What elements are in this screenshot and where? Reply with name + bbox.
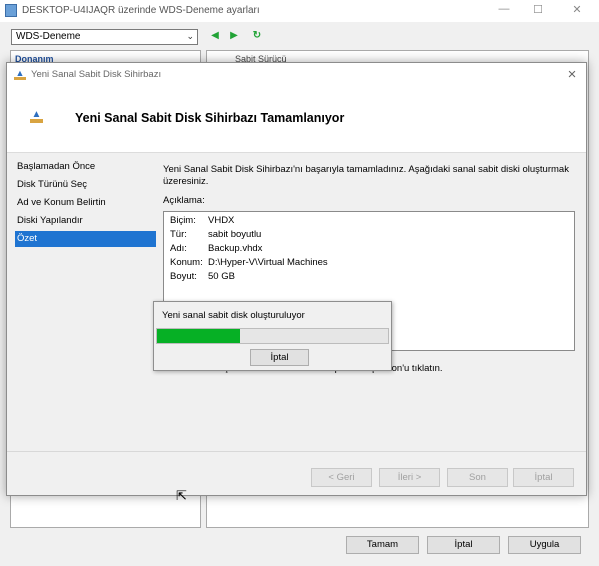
progress-dialog: Yeni sanal sabit disk oluşturuluyor İpta… [153, 301, 392, 371]
wizard-next-button[interactable]: İleri > [379, 468, 440, 487]
step-specify-name-location[interactable]: Ad ve Konum Belirtin [15, 195, 156, 211]
disk-icon: ▲ [14, 68, 26, 80]
step-choose-disk-type[interactable]: Disk Türünü Seç [15, 177, 156, 193]
close-button[interactable]: ✕ [565, 3, 589, 19]
settings-window-title: DESKTOP-U4IJAQR üzerinde WDS-Deneme ayar… [22, 5, 260, 16]
settings-titlebar: DESKTOP-U4IJAQR üzerinde WDS-Deneme ayar… [0, 0, 599, 22]
vm-selector[interactable]: WDS-Deneme ⌄ [11, 29, 198, 45]
step-configure-disk[interactable]: Diski Yapılandır [15, 213, 156, 229]
new-vhd-wizard: ▲ Yeni Sanal Sabit Disk Sihirbazı × ▲ Ye… [6, 62, 587, 496]
description-label: Açıklama: [163, 195, 205, 206]
wizard-cancel-button[interactable]: İptal [513, 468, 574, 487]
summary-row: Konum: D:\Hyper-V\Virtual Machines [170, 257, 328, 268]
maximize-button[interactable]: ☐ [526, 3, 550, 19]
minimize-button[interactable]: — [492, 3, 516, 19]
summary-row: Boyut: 50 GB [170, 271, 235, 282]
disk-icon: ▲ [30, 110, 43, 123]
progress-message: Yeni sanal sabit disk oluşturuluyor [162, 310, 305, 321]
wizard-finish-button[interactable]: Son [447, 468, 508, 487]
step-summary[interactable]: Özet [15, 231, 156, 247]
step-before-you-begin[interactable]: Başlamadan Önce [15, 159, 156, 175]
forward-arrow-icon[interactable]: ▶ [228, 30, 240, 42]
progress-fill [157, 329, 241, 343]
chevron-down-icon: ⌄ [186, 31, 194, 41]
apply-button[interactable]: Uygula [508, 536, 581, 554]
summary-row: Tür: sabit boyutlu [170, 229, 262, 240]
wizard-back-button[interactable]: < Geri [311, 468, 372, 487]
summary-row: Biçim: VHDX [170, 215, 235, 226]
wizard-intro-text: Yeni Sanal Sabit Disk Sihirbazı'nı başar… [163, 164, 569, 187]
wizard-close-icon[interactable]: × [564, 66, 580, 83]
vm-selector-value: WDS-Deneme [16, 31, 81, 42]
divider [7, 451, 586, 452]
mouse-cursor-icon: ⇱ [176, 488, 187, 503]
cancel-button[interactable]: İptal [427, 536, 500, 554]
progress-cancel-button[interactable]: İptal [250, 349, 309, 366]
wizard-header: ▲ Yeni Sanal Sabit Disk Sihirbazı Tamaml… [7, 87, 586, 153]
refresh-icon[interactable]: ↻ [251, 30, 263, 42]
ok-button[interactable]: Tamam [346, 536, 419, 554]
wizard-titlebar: ▲ Yeni Sanal Sabit Disk Sihirbazı × [7, 63, 586, 87]
summary-row: Adı: Backup.vhdx [170, 243, 263, 254]
hyperv-settings-icon [5, 4, 17, 17]
wizard-heading: Yeni Sanal Sabit Disk Sihirbazı Tamamlan… [75, 111, 345, 125]
wizard-title: Yeni Sanal Sabit Disk Sihirbazı [31, 69, 162, 80]
back-arrow-icon[interactable]: ◀ [209, 30, 221, 42]
progress-bar [156, 328, 389, 344]
